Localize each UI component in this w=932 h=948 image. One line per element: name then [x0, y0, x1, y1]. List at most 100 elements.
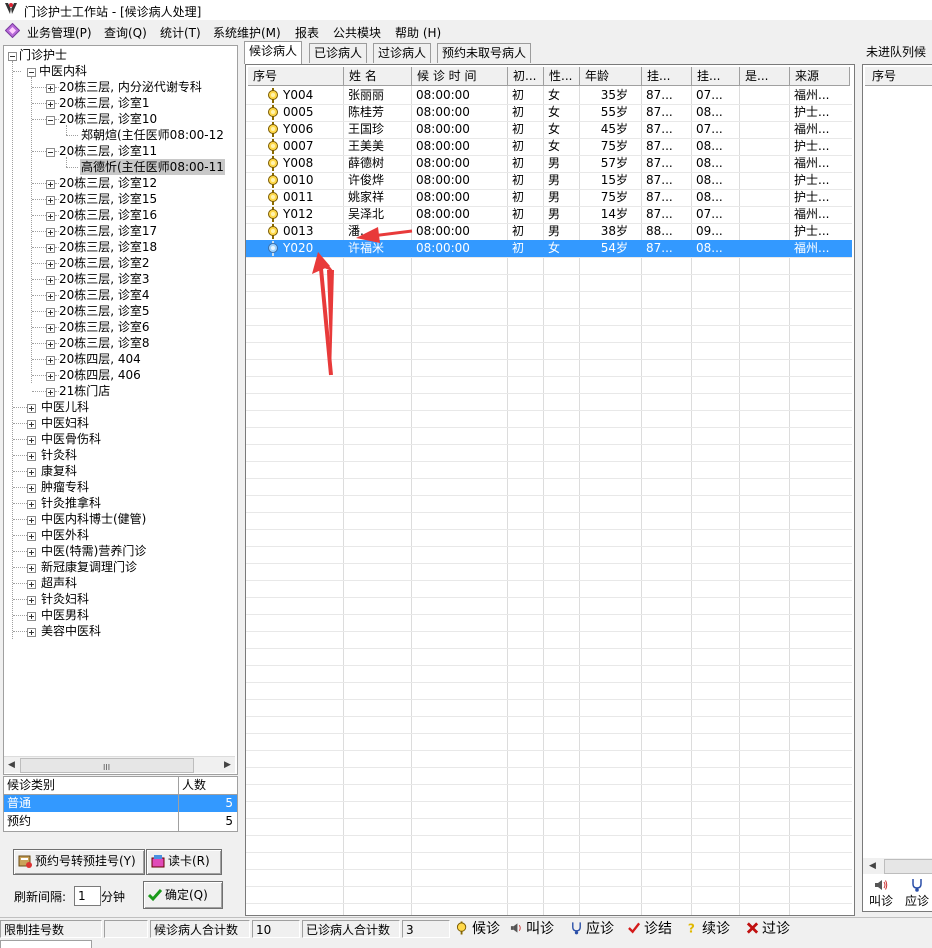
tree-expand-toggle[interactable] — [46, 292, 55, 301]
tree-dept-node[interactable]: 中医内科博士(健管) — [41, 511, 146, 527]
tree-root[interactable]: 门诊护士 — [19, 47, 67, 63]
table-row[interactable]: Y020 许福米 08:00:00 初 女 54岁 87... 08... 福州... — [246, 240, 852, 257]
confirm-button[interactable]: 确定(Q) — [143, 881, 223, 909]
scroll-left-icon[interactable]: ◀ — [8, 760, 15, 770]
grid-header-name[interactable]: 姓 名 — [344, 67, 412, 86]
waiting-patient-grid[interactable]: 序号姓 名候 诊 时 间初... 性... 年龄 挂... 挂... 是... 来源 Y00… — [245, 64, 855, 916]
tree-expand-toggle[interactable] — [27, 516, 36, 525]
wait-type-row[interactable]: 普通 5 — [4, 795, 237, 812]
scroll-thumb[interactable]: III — [20, 758, 194, 773]
tree-dept-node[interactable]: 超声科 — [41, 575, 77, 591]
table-row[interactable]: 0011 姚家祥 08:00:00 初 男 75岁 87... 08... 护士... — [246, 189, 852, 206]
accept-button[interactable]: 应诊 — [900, 876, 932, 912]
table-row[interactable]: 0013 潘... 08:00:00 初 男 38岁 88... 09... 护士... — [246, 223, 852, 240]
tree-expand-toggle[interactable] — [27, 484, 36, 493]
menu-statistics[interactable]: 统计(T) — [160, 24, 201, 41]
tree-expand-toggle[interactable] — [27, 436, 36, 445]
call-button[interactable]: 叫诊 — [864, 876, 898, 912]
menu-help[interactable]: 帮助 (H) — [395, 24, 441, 41]
table-row[interactable]: Y008 薛德树 08:00:00 初 男 57岁 87... 08... 福州... — [246, 155, 852, 172]
tree-expand-toggle[interactable] — [46, 148, 55, 157]
tree-expand-toggle[interactable] — [27, 612, 36, 621]
tree-expand-toggle[interactable] — [27, 404, 36, 413]
tree-dept-node[interactable]: 中医骨伤科 — [41, 431, 101, 447]
tree-expand-toggle[interactable] — [46, 228, 55, 237]
tree-clinic-node[interactable]: 20栋三层, 诊室12 — [59, 175, 157, 191]
tree-dept-node[interactable]: 康复科 — [41, 463, 77, 479]
tree-horizontal-scrollbar[interactable]: ◀ III ▶ — [4, 756, 235, 773]
tab-seen-patients[interactable]: 已诊病人 — [309, 43, 368, 63]
tree-clinic-node[interactable]: 20栋三层, 诊室4 — [59, 287, 150, 303]
tree-clinic-node[interactable]: 20栋三层, 诊室17 — [59, 223, 157, 239]
table-row[interactable]: Y006 王国珍 08:00:00 初 女 45岁 87... 07... 福州... — [246, 121, 852, 138]
tree-dept-node[interactable]: 中医(特需)营养门诊 — [41, 543, 146, 559]
tree-clinic-node[interactable]: 21栋门店 — [59, 383, 110, 399]
grid-header-no[interactable]: 序号 — [248, 67, 344, 86]
table-row[interactable]: 0007 王美美 08:00:00 初 女 75岁 87... 08... 护士... — [246, 138, 852, 155]
grid-header-sex[interactable]: 性... — [544, 67, 580, 86]
grid-header-time[interactable]: 候 诊 时 间 — [412, 67, 508, 86]
tab-missed-patients[interactable]: 过诊病人 — [373, 43, 432, 63]
tree-clinic-node[interactable]: 20栋四层, 404 — [59, 351, 141, 367]
tree-expand-toggle[interactable] — [46, 340, 55, 349]
tree-doctor-node[interactable]: 高德忻(主任医师08:00-11 — [80, 159, 225, 175]
tree-clinic-node[interactable]: 20栋三层, 内分泌代谢专科 — [59, 79, 202, 95]
tree-expand-toggle[interactable] — [46, 276, 55, 285]
tree-dept-node[interactable]: 中医妇科 — [41, 415, 89, 431]
tree-expand-toggle[interactable] — [46, 100, 55, 109]
grid-header-src[interactable]: 来源 — [790, 67, 850, 86]
tree-clinic-node[interactable]: 20栋三层, 诊室1 — [59, 95, 150, 111]
tree-clinic-node[interactable]: 20栋三层, 诊室8 — [59, 335, 150, 351]
tree-expand-toggle[interactable] — [27, 468, 36, 477]
tree-clinic-node[interactable]: 20栋三层, 诊室10 — [59, 111, 157, 127]
scroll-thumb[interactable] — [884, 859, 932, 874]
tab-waiting-patients[interactable]: 候诊病人 — [244, 41, 303, 64]
tree-expand-toggle[interactable] — [46, 260, 55, 269]
tree-clinic-node[interactable]: 20栋三层, 诊室6 — [59, 319, 150, 335]
tree-collapse-toggle[interactable] — [27, 68, 36, 77]
refresh-interval-input[interactable]: 1 — [74, 886, 101, 906]
tree-expand-toggle[interactable] — [46, 84, 55, 93]
tree-expand-toggle[interactable] — [46, 308, 55, 317]
scroll-right-icon[interactable]: ▶ — [224, 760, 231, 770]
tree-dept-node[interactable]: 中医儿科 — [41, 399, 89, 415]
grid-header-age[interactable]: 年龄 — [580, 67, 642, 86]
grid-header-c2[interactable]: 挂... — [692, 67, 740, 86]
tree-dept-node[interactable]: 肿瘤专科 — [41, 479, 89, 495]
tree-expand-toggle[interactable] — [27, 532, 36, 541]
tree-expand-toggle[interactable] — [27, 628, 36, 637]
tree-clinic-node[interactable]: 20栋三层, 诊室3 — [59, 271, 150, 287]
grid-header-visit[interactable]: 初... — [508, 67, 544, 86]
tree-expand-toggle[interactable] — [27, 564, 36, 573]
tree-expand-toggle[interactable] — [46, 180, 55, 189]
grid-header-c3[interactable]: 是... — [740, 67, 790, 86]
tree-expand-toggle[interactable] — [46, 324, 55, 333]
tree-clinic-node[interactable]: 20栋四层, 406 — [59, 367, 141, 383]
tree-expand-toggle[interactable] — [46, 244, 55, 253]
grid-header-c1[interactable]: 挂... — [642, 67, 692, 86]
tree-dept-node[interactable]: 针灸妇科 — [41, 591, 89, 607]
table-row[interactable]: Y012 吴泽北 08:00:00 初 男 14岁 87... 07... 福州... — [246, 206, 852, 223]
tree-dept-node[interactable]: 针灸科 — [41, 447, 77, 463]
tree-expand-toggle[interactable] — [46, 212, 55, 221]
tree-collapse-toggle[interactable] — [8, 52, 17, 61]
table-row[interactable]: 0005 陈桂芳 08:00:00 初 女 55岁 87... 08... 护士... — [246, 104, 852, 121]
tree-doctor-node[interactable]: 郑朝煊(主任医师08:00-12 — [80, 127, 225, 143]
menu-system[interactable]: 系统维护(M) — [213, 24, 281, 41]
tree-clinic-node[interactable]: 20栋三层, 诊室11 — [59, 143, 157, 159]
tree-expand-toggle[interactable] — [27, 420, 36, 429]
tree-dept-node[interactable]: 中医男科 — [41, 607, 89, 623]
tab-appointment-unclaimed[interactable]: 预约未取号病人 — [437, 43, 532, 63]
diamond-menu-icon[interactable] — [5, 23, 20, 38]
convert-appointment-button[interactable]: 预约号转预挂号(Y) — [13, 849, 145, 875]
tree-expand-toggle[interactable] — [46, 388, 55, 397]
tree-expand-toggle[interactable] — [27, 596, 36, 605]
read-card-button[interactable]: 读卡(R) — [146, 849, 222, 875]
tree-clinic-node[interactable]: 20栋三层, 诊室5 — [59, 303, 150, 319]
queue-horizontal-scrollbar[interactable]: ◀ — [863, 858, 932, 874]
tree-expand-toggle[interactable] — [27, 548, 36, 557]
menu-common[interactable]: 公共模块 — [333, 24, 381, 41]
scroll-left-icon[interactable]: ◀ — [869, 861, 876, 871]
queue-grid[interactable]: 序号 — [862, 64, 932, 912]
table-row[interactable]: 0010 许俊烨 08:00:00 初 男 15岁 87... 08... 护士... — [246, 172, 852, 189]
